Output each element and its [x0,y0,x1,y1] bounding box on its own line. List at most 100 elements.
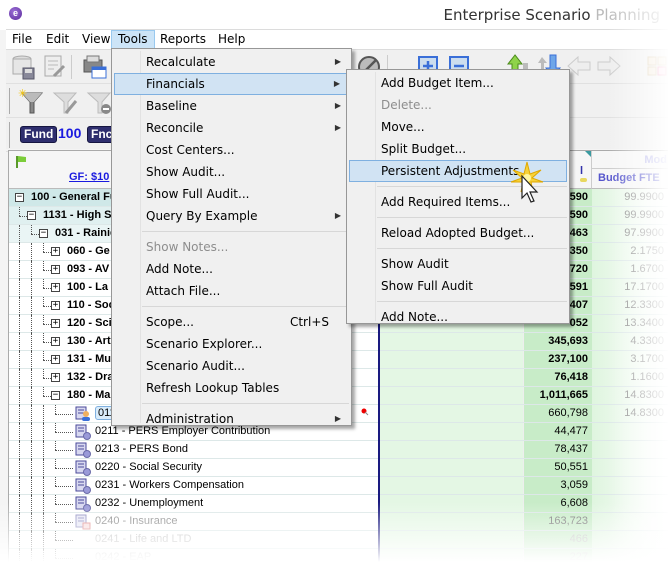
table-row[interactable]: 0241 - Life and LTD 466 [9,531,668,549]
row-label[interactable]: 110 - Soc [67,299,115,311]
menu-item-reload-adopted-budget[interactable]: Reload Adopted Budget... [349,222,567,244]
flag-icon[interactable] [15,155,27,169]
menu-item-baseline[interactable]: Baseline ▶ [114,95,349,117]
menu-item-scenario-audit[interactable]: Scenario Audit... [114,355,349,377]
row-label[interactable]: 180 - Ma [67,389,110,401]
expand-node-icon[interactable]: + [51,283,60,292]
menu-item-add-note[interactable]: Add Note... [349,306,567,328]
forward-arrow-icon[interactable] [596,55,622,77]
grid-cell[interactable] [380,369,524,386]
row-label[interactable]: 093 - AV [67,263,109,275]
menu-tools[interactable]: Tools [111,30,155,50]
save-database-icon[interactable] [11,54,37,80]
new-filter-icon[interactable]: ✳ [16,87,46,115]
collapse-node-icon[interactable]: − [27,211,36,220]
fte-cell[interactable] [592,423,668,440]
row-label[interactable]: 0242 - EAP [95,551,151,562]
row-label[interactable]: 131 - Mu [67,353,111,365]
expand-node-icon[interactable]: + [51,247,60,256]
table-row[interactable]: 0231 - Workers Compensation 3,059 [9,477,668,495]
grid-cell[interactable] [380,495,524,512]
menu-item-refresh-lookup-tables[interactable]: Refresh Lookup Tables [114,377,349,399]
row-label[interactable]: 132 - Dra [67,371,113,383]
fte-cell[interactable] [592,549,668,562]
row-label[interactable]: 0220 - Social Security [95,461,202,473]
row-label[interactable]: 100 - General Fu [31,191,117,203]
menu-item-scope[interactable]: Scope... Ctrl+S [114,311,349,333]
grid-cell[interactable] [380,405,524,422]
menu-item-administration[interactable]: Administration ▶ [114,408,349,430]
row-label[interactable]: 0240 - Insurance [95,515,178,527]
fte-cell[interactable] [592,477,668,494]
grid-cell[interactable] [380,513,524,530]
gf-total-link[interactable]: GF: $10 [69,171,109,183]
toolbar-grip[interactable] [9,88,11,114]
edit-document-icon[interactable] [42,54,66,80]
menu-file[interactable]: File [6,30,38,50]
grid-cell[interactable] [380,459,524,476]
print-preview-icon[interactable] [81,54,107,80]
toolbar-grip[interactable] [9,122,11,148]
table-row[interactable]: 0213 - PERS Bond 78,437 [9,441,668,459]
collapse-node-icon[interactable]: − [51,391,60,400]
column-header-budget-fte[interactable]: Mod Budget FTE [592,151,668,189]
table-row[interactable]: 0240 - Insurance 163,723 [9,513,668,531]
menu-item-show-full-audit[interactable]: Show Full Audit... [114,183,349,205]
menu-item-attach-file[interactable]: Attach File... [114,280,349,302]
menu-reports[interactable]: Reports [154,30,212,50]
collapse-node-icon[interactable]: − [15,193,24,202]
expand-node-icon[interactable]: + [51,319,60,328]
menu-item-add-note[interactable]: Add Note... [114,258,349,280]
menu-item-show-audit[interactable]: Show Audit [349,253,567,275]
row-label[interactable]: 0213 - PERS Bond [95,443,188,455]
expand-node-icon[interactable]: + [51,301,60,310]
grid-cell[interactable] [380,333,524,350]
menu-edit[interactable]: Edit [40,30,75,50]
menu-item-split-budget[interactable]: Split Budget... [349,138,567,160]
grid-cell[interactable] [380,423,524,440]
menu-item-recalculate[interactable]: Recalculate ▶ [114,51,349,73]
expand-node-icon[interactable]: + [51,337,60,346]
grid-cell[interactable] [380,477,524,494]
menu-item-add-budget-item[interactable]: Add Budget Item... [349,72,567,94]
table-row[interactable]: 0220 - Social Security 50,551 [9,459,668,477]
menu-item-show-full-audit[interactable]: Show Full Audit [349,275,567,297]
remove-filter-icon[interactable] [84,87,114,115]
row-label[interactable]: 0231 - Workers Compensation [95,479,244,491]
row-label[interactable]: 0241 - Life and LTD [95,533,191,545]
edit-filter-icon[interactable] [50,87,80,115]
expand-node-icon[interactable]: + [51,373,60,382]
fte-cell[interactable] [592,495,668,512]
fte-cell[interactable] [592,459,668,476]
calculator-icon[interactable] [646,55,668,77]
menu-help[interactable]: Help [212,30,251,50]
expand-node-icon[interactable]: + [51,265,60,274]
expand-node-icon[interactable]: + [51,355,60,364]
table-row[interactable]: 0242 - EAP 227 [9,549,668,562]
fte-cell[interactable] [592,531,668,548]
table-row[interactable]: 0232 - Unemployment 6,608 [9,495,668,513]
menu-item-query-by-example[interactable]: Query By Example ▶ [114,205,349,227]
menu-item-financials[interactable]: Financials ▶ [114,73,349,95]
menu-item-move[interactable]: Move... [349,116,567,138]
collapse-node-icon[interactable]: − [39,229,48,238]
fte-cell[interactable] [592,513,668,530]
row-label[interactable]: 130 - Art [67,335,111,347]
grid-cell[interactable] [380,351,524,368]
row-label[interactable]: 100 - La [67,281,108,293]
grid-cell[interactable] [380,531,524,548]
grid-cell[interactable] [380,387,524,404]
grid-cell[interactable] [380,441,524,458]
row-label[interactable]: 1131 - High Sc [43,209,118,221]
menu-item-reconcile[interactable]: Reconcile ▶ [114,117,349,139]
menu-item-cost-centers[interactable]: Cost Centers... [114,139,349,161]
row-label[interactable]: 120 - Sci [67,317,112,329]
menu-item-show-audit[interactable]: Show Audit... [114,161,349,183]
row-label[interactable]: 031 - Rainie [55,227,116,239]
grid-cell[interactable] [380,549,524,562]
fte-cell[interactable] [592,441,668,458]
row-label[interactable]: 0232 - Unemployment [95,497,203,509]
menu-item-scenario-explorer[interactable]: Scenario Explorer... [114,333,349,355]
fund-badge[interactable]: Fund [20,126,58,143]
row-label[interactable]: 060 - Ge [67,245,110,257]
